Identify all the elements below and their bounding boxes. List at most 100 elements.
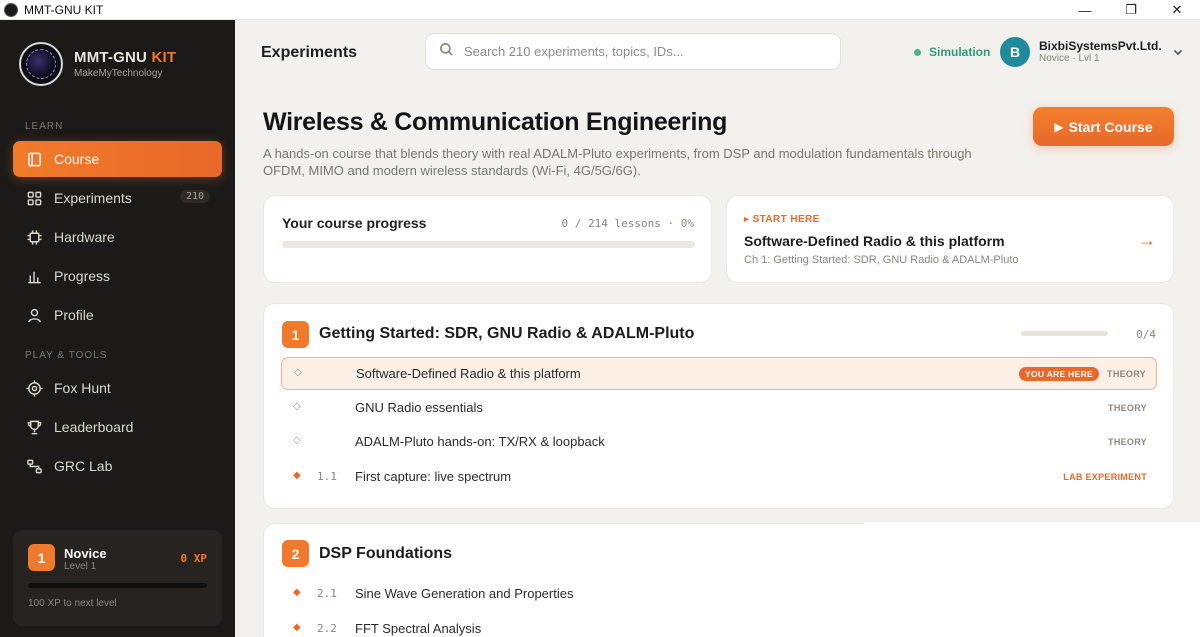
section-label-play-tools: PLAY & TOOLS [25, 350, 108, 361]
experiments-count-badge: 210 [179, 190, 210, 203]
sidebar-item-label: Course [54, 151, 100, 167]
chapter-card-1: 1 Getting Started: SDR, GNU Radio & ADAL… [263, 303, 1174, 509]
flow-icon [26, 458, 43, 475]
app-logo-icon [4, 2, 18, 17]
sidebar-item-label: Progress [54, 268, 111, 284]
start-course-label: Start Course [1068, 118, 1153, 135]
lesson-title: GNU Radio essentials [355, 400, 483, 415]
sidebar-item-label: Fox Hunt [54, 380, 111, 396]
lesson-number: 2.1 [317, 587, 337, 600]
lab-bullet-icon: ◆ [293, 622, 301, 633]
avatar[interactable]: B [1000, 37, 1030, 67]
sidebar-item-experiments[interactable]: Experiments 210 [13, 180, 222, 216]
lesson-type-tag: THEORY [1107, 369, 1146, 379]
user-name[interactable]: BixbiSystemsPvt.Ltd. [1039, 39, 1162, 53]
chapter-title[interactable]: Getting Started: SDR, GNU Radio & ADALM-… [319, 325, 694, 343]
start-here-title: Software-Defined Radio & this platform [744, 233, 1005, 249]
brand-logo [19, 42, 63, 86]
lesson-row[interactable]: ◇ ADALM-Pluto hands-on: TX/RX & loopback… [281, 426, 1157, 459]
lab-bullet-icon: ◆ [293, 470, 301, 481]
theory-bullet-icon: ◇ [293, 401, 301, 412]
start-here-label: ▸ START HERE [744, 214, 820, 225]
brand-name-accent: KIT [151, 49, 177, 66]
simulation-mode-indicator[interactable]: Simulation [914, 45, 990, 59]
chapter-progress-bar [1021, 331, 1108, 336]
sidebar: MMT-GNU KIT MakeMyTechnology LEARN Cours… [0, 20, 235, 637]
sidebar-item-label: GRC Lab [54, 458, 113, 474]
search-input[interactable] [464, 44, 824, 59]
trophy-icon [26, 419, 43, 436]
lesson-title: ADALM-Pluto hands-on: TX/RX & loopback [355, 434, 605, 449]
user-icon [26, 307, 43, 324]
chapter-progress-count: 0/4 [1136, 328, 1156, 341]
search-box[interactable] [425, 33, 841, 70]
close-button[interactable]: ✕ [1154, 0, 1200, 20]
start-here-card[interactable]: ▸ START HERE Software-Defined Radio & th… [726, 195, 1174, 283]
xp-progress-bar [28, 583, 207, 588]
chapter-title[interactable]: DSP Foundations [319, 545, 452, 563]
lesson-title: Sine Wave Generation and Properties [355, 586, 574, 601]
course-description: A hands-on course that blends theory wit… [263, 146, 972, 178]
chevron-down-icon[interactable] [1172, 45, 1186, 59]
chapter-number-badge: 1 [282, 321, 309, 348]
lesson-row[interactable]: ◆ 1.1 First capture: live spectrum LAB E… [281, 461, 1157, 494]
lesson-number: 2.2 [317, 622, 337, 635]
chapter-number-badge: 2 [282, 540, 309, 567]
chip-icon [26, 229, 43, 246]
minimize-button[interactable]: — [1062, 0, 1108, 20]
sidebar-item-profile[interactable]: Profile [13, 297, 222, 333]
theory-bullet-icon: ◇ [294, 367, 302, 378]
course-progress-count: 0 / 214 lessons · 0% [561, 217, 694, 230]
simulation-mode-label: Simulation [929, 45, 991, 59]
start-here-subtitle: Ch 1: Getting Started: SDR, GNU Radio & … [744, 254, 1019, 266]
book-icon [26, 151, 43, 168]
course-progress-bar [282, 241, 695, 248]
sidebar-item-progress[interactable]: Progress [13, 258, 222, 294]
brand-tagline: MakeMyTechnology [74, 68, 163, 79]
xp-level-badge: 1 [28, 544, 55, 571]
sidebar-item-label: Leaderboard [54, 419, 134, 435]
start-course-button[interactable]: ▶ Start Course [1033, 107, 1174, 146]
brand-name: MMT-GNU KIT [74, 49, 177, 66]
sidebar-item-grc-lab[interactable]: GRC Lab [13, 448, 222, 484]
arrow-right-icon[interactable]: → [1138, 230, 1156, 251]
lesson-title: First capture: live spectrum [355, 469, 512, 484]
sidebar-item-course[interactable]: Course [13, 141, 222, 177]
xp-card: 1 Novice Level 1 0 XP 100 XP to next lev… [13, 530, 222, 626]
sidebar-item-fox-hunt[interactable]: Fox Hunt [13, 370, 222, 406]
sidebar-item-label: Experiments [54, 190, 132, 206]
window-title: MMT-GNU KIT [24, 2, 104, 17]
lesson-type-tag: THEORY [1108, 437, 1147, 447]
grid-icon [26, 190, 43, 207]
sidebar-item-leaderboard[interactable]: Leaderboard [13, 409, 222, 445]
user-level: Novice · Lvl 1 [1039, 53, 1100, 64]
sidebar-item-hardware[interactable]: Hardware [13, 219, 222, 255]
lesson-row-current[interactable]: ◇ Software-Defined Radio & this platform… [281, 357, 1157, 390]
header: Experiments Simulation B BixbiSystemsPvt… [235, 20, 1200, 84]
lesson-title: Software-Defined Radio & this platform [356, 366, 581, 381]
lesson-number: 1.1 [317, 470, 337, 483]
blank-overlay-region [864, 522, 1200, 637]
course-progress-card: Your course progress 0 / 214 lessons · 0… [263, 195, 712, 283]
xp-level-label: Level 1 [64, 561, 97, 572]
bar-chart-icon [26, 268, 43, 285]
you-are-here-badge: YOU ARE HERE [1019, 367, 1099, 381]
play-icon: ▶ [1054, 119, 1064, 134]
course-progress-label: Your course progress [282, 215, 427, 231]
theory-bullet-icon: ◇ [293, 435, 301, 446]
search-icon [439, 42, 454, 62]
lesson-type-tag: LAB EXPERIMENT [1063, 472, 1147, 482]
sidebar-item-label: Hardware [54, 229, 115, 245]
xp-rank: Novice [64, 546, 107, 561]
target-icon [26, 379, 43, 397]
xp-next-level: 100 XP to next level [28, 598, 117, 609]
brand[interactable]: MMT-GNU KIT MakeMyTechnology [19, 42, 176, 86]
status-dot-icon [914, 48, 921, 56]
maximize-button[interactable]: ❐ [1108, 0, 1154, 20]
window-titlebar: MMT-GNU KIT — ❐ ✕ [0, 0, 1200, 20]
lesson-row[interactable]: ◇ GNU Radio essentials THEORY [281, 392, 1157, 425]
course-title: Wireless & Communication Engineering [263, 108, 728, 136]
section-label-learn: LEARN [25, 121, 64, 132]
xp-value: 0 XP [180, 552, 208, 565]
lesson-title: FFT Spectral Analysis [355, 621, 482, 636]
